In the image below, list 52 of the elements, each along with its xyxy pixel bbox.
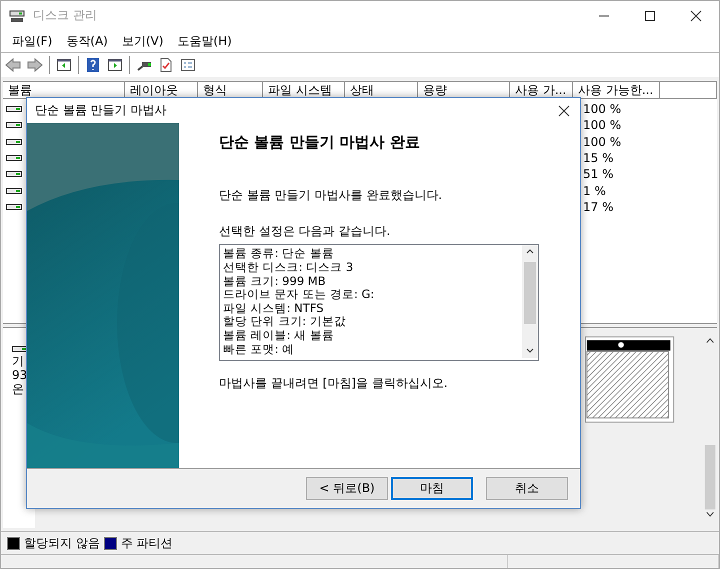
panel-icon[interactable] — [107, 57, 123, 73]
drive-icon — [6, 202, 22, 212]
menu-item[interactable]: 보기(V) — [114, 32, 170, 50]
close-icon[interactable] — [690, 10, 702, 22]
legend-label: 주 파티션 — [120, 534, 173, 552]
settings-line: 볼륨 크기: 999 MB — [223, 274, 327, 288]
maximize-icon[interactable] — [644, 10, 656, 22]
table-cell-text: 15 % — [583, 151, 614, 166]
disk-info-text: 기 — [12, 354, 25, 368]
table-cell-text: 100 % — [583, 102, 622, 116]
settings-line: 볼륨 종류: 단순 볼륨 — [223, 247, 335, 262]
close-icon[interactable] — [558, 104, 570, 117]
drive-icon — [6, 169, 22, 180]
settings-line: 드라이브 문자 또는 경로: G: — [223, 288, 376, 302]
finish-instruction: 마법사를 끝내려면 [마침]을 클릭하십시오. — [219, 375, 448, 392]
menu-item[interactable]: 파일(F) — [5, 32, 60, 50]
drive-icon — [6, 186, 22, 196]
properties-icon[interactable] — [180, 57, 196, 73]
dialog-title: 단순 볼륨 만들기 마법사 — [35, 102, 166, 120]
menu-item[interactable]: 도움말(H) — [170, 32, 239, 50]
table-cell-text: 100 % — [583, 134, 622, 149]
legend-label: 할당되지 않음 — [24, 534, 100, 552]
disk-management-icon — [9, 8, 25, 24]
drive-icon — [6, 104, 22, 114]
settings-line: 파일 시스템: NTFS — [223, 302, 325, 316]
help-icon[interactable] — [85, 57, 101, 73]
checklist-icon[interactable] — [158, 57, 174, 73]
back-arrow-icon[interactable] — [5, 57, 21, 73]
wizard-button[interactable]: 마침 — [391, 477, 473, 500]
window-title: 디스크 관리 — [33, 7, 97, 24]
wizard-button[interactable]: < 뒤로(B) — [306, 477, 388, 500]
settings-line: 선택한 디스크: 디스크 3 — [223, 261, 354, 275]
settings-line: 할당 단위 크기: 기본값 — [223, 315, 347, 329]
drive-icon — [6, 136, 22, 147]
scrollbar[interactable] — [522, 245, 538, 358]
wizard-button[interactable]: 취소 — [486, 477, 568, 500]
wizard-heading: 단순 볼륨 만들기 마법사 완료 — [219, 133, 420, 152]
disk-info-text: 온 — [12, 382, 25, 396]
drive-icon — [6, 153, 22, 164]
panel-icon[interactable] — [56, 57, 72, 73]
settings-label: 선택한 설정은 다음과 같습니다. — [219, 223, 390, 240]
intro-text: 단순 볼륨 만들기 마법사를 완료했습니다. — [219, 187, 442, 204]
table-cell-text: 1 % — [583, 184, 607, 198]
forward-arrow-icon[interactable] — [27, 57, 43, 73]
drive-icon — [6, 120, 22, 130]
table-cell-text: 17 % — [583, 200, 614, 214]
disk-info-text: 93 — [12, 368, 28, 382]
menu-item[interactable]: 동작(A) — [59, 32, 115, 50]
table-cell-text: 100 % — [583, 118, 622, 132]
settings-line: 빠른 포맷: 예 — [223, 342, 296, 356]
settings-line: 볼륨 레이블: 새 볼륨 — [223, 328, 335, 343]
table-cell-text: 51 % — [583, 167, 614, 182]
